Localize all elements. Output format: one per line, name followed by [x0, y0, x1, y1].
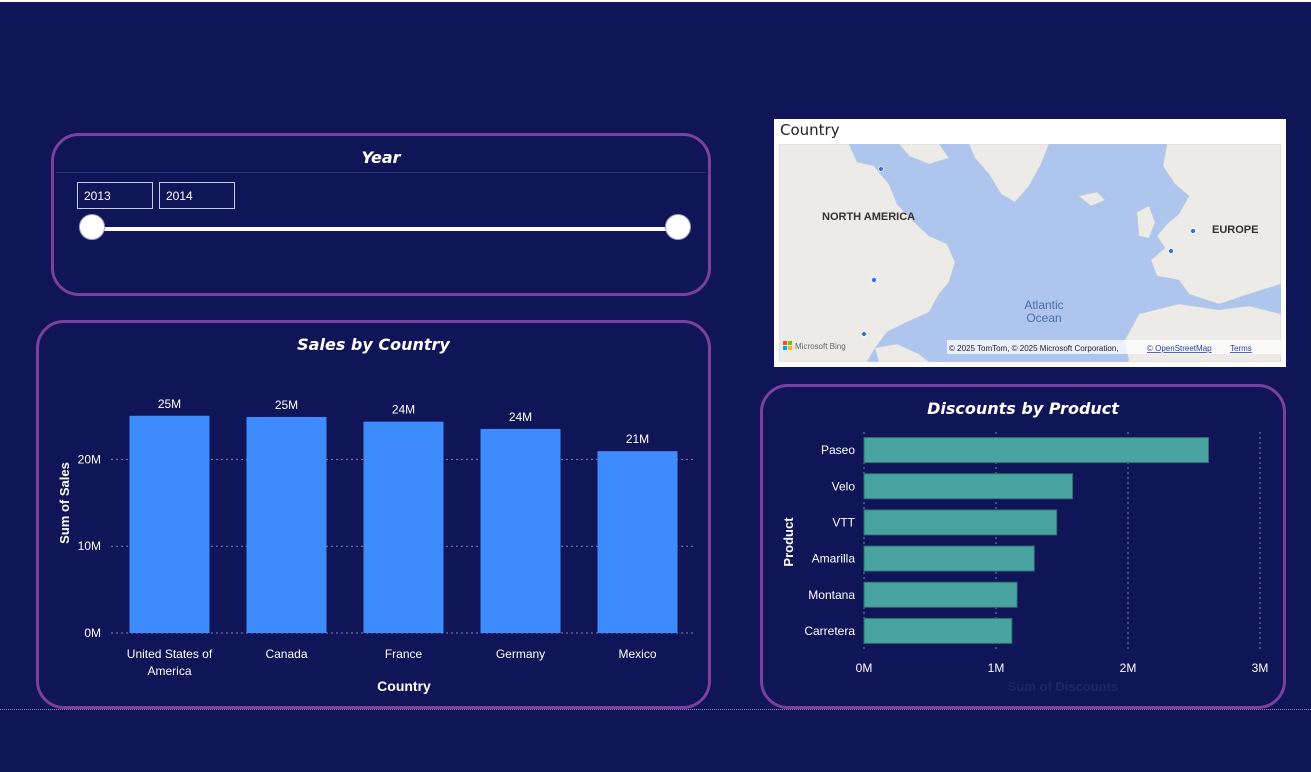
discount-bar — [863, 509, 1058, 536]
discount-bar — [863, 545, 1035, 572]
bing-logo-icon — [783, 341, 787, 345]
sales-bar — [363, 421, 444, 633]
x-axis-title: Country — [377, 678, 431, 694]
discount-bar — [863, 473, 1074, 500]
map-marker-germany — [1190, 228, 1196, 234]
discount-bar — [863, 581, 1018, 608]
y-tick-label: 0M — [84, 626, 101, 640]
sales-bar — [129, 415, 210, 633]
sales-by-country-card: Sales by Country 0M 10M 20M 25M United State… — [36, 320, 711, 709]
y-axis-title: Sum of Sales — [57, 462, 72, 544]
sales-data-label: 25M — [158, 397, 181, 411]
country-map[interactable]: NORTH AMERICA EUROPE Atlantic Ocean Micr… — [779, 144, 1281, 362]
discounts-by-product-card: Discounts by Product 0M 1M 2M 3M Paseo Velo VT… — [760, 384, 1286, 709]
sales-data-label: 25M — [275, 398, 298, 412]
top-border-line — [0, 0, 1311, 2]
y-category-label: Montana — [808, 588, 855, 602]
sales-bar-chart: 0M 10M 20M 25M United States of America 25M Can… — [57, 397, 696, 694]
x-category-label: Germany — [496, 647, 545, 661]
discount-bar — [863, 437, 1210, 464]
x-tick-label: 3M — [1252, 661, 1269, 675]
bottom-dotted-line — [0, 709, 1311, 710]
terms-link: Terms — [1230, 344, 1252, 353]
sales-data-label: 24M — [509, 410, 532, 424]
year-slicer-title: Year — [361, 148, 401, 167]
y-category-label: Velo — [832, 479, 856, 493]
discounts-bar-chart: 0M 1M 2M 3M Paseo Velo VTT Amarilla Montana Carre… — [781, 432, 1269, 694]
discount-bar — [863, 617, 1013, 644]
map-marker-usa — [871, 277, 877, 283]
map-title: Country — [780, 121, 840, 139]
map-attribution: © 2025 TomTom, © 2025 Microsoft Corporat… — [949, 344, 1119, 353]
year-slider-handle-max[interactable] — [665, 214, 691, 240]
map-marker-mexico — [861, 331, 867, 337]
y-tick-label: 10M — [78, 539, 101, 553]
map-label-ocean-2: Ocean — [1026, 311, 1061, 325]
year-slicer-card: Year — [51, 133, 711, 296]
map-marker-canada — [878, 166, 884, 172]
x-category-label: Canada — [265, 647, 307, 661]
x-tick-label: 2M — [1120, 661, 1137, 675]
y-tick-label: 20M — [78, 452, 101, 466]
sales-data-label: 24M — [392, 403, 415, 417]
x-category-label: Mexico — [618, 647, 656, 661]
year-slider-handle-min[interactable] — [79, 214, 105, 240]
map-marker-france — [1168, 248, 1174, 254]
year-start-input[interactable] — [77, 182, 153, 209]
sales-data-label: 21M — [626, 432, 649, 446]
y-category-label: Paseo — [821, 443, 855, 457]
y-axis-title: Product — [781, 517, 796, 567]
openstreetmap-link: © OpenStreetMap — [1147, 344, 1212, 353]
y-category-label: VTT — [832, 515, 855, 529]
sales-bar — [597, 451, 678, 633]
y-category-label: Amarilla — [812, 552, 856, 566]
sales-bar — [480, 428, 561, 633]
x-category-label: United States of — [127, 647, 213, 661]
x-tick-label: 1M — [988, 661, 1005, 675]
sales-bar — [246, 416, 327, 633]
year-slider-track[interactable] — [92, 227, 680, 231]
x-category-label: America — [147, 664, 191, 678]
x-category-label: France — [385, 647, 423, 661]
map-label-europe: EUROPE — [1212, 224, 1258, 236]
y-category-label: Carretera — [804, 624, 855, 638]
country-map-visual: Country NORTH AMERICA EUROPE Atlantic Oc… — [774, 119, 1286, 367]
slicer-divider — [56, 172, 706, 173]
x-axis-title: Sum of Discounts — [1008, 679, 1119, 694]
map-label-north-america: NORTH AMERICA — [822, 211, 915, 223]
bing-logo-text: Microsoft Bing — [795, 342, 846, 351]
year-end-input[interactable] — [159, 182, 235, 209]
x-tick-label: 0M — [856, 661, 873, 675]
map-label-ocean-1: Atlantic — [1024, 298, 1063, 312]
